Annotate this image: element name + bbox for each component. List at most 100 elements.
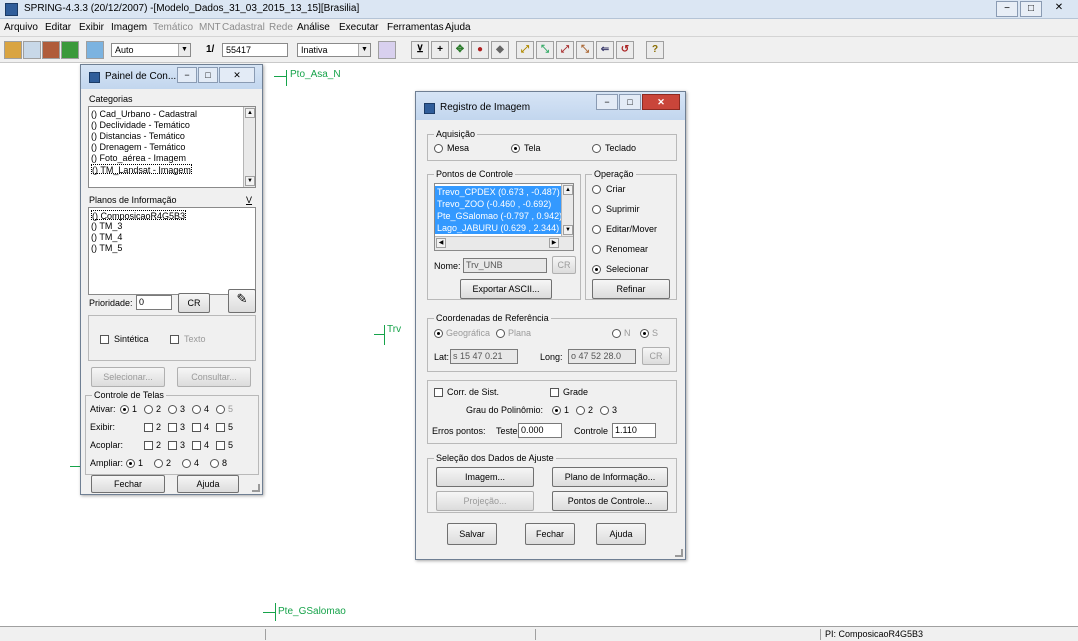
zoom-out-icon[interactable]: ⤡: [536, 41, 554, 59]
ativar-4-radio[interactable]: [192, 405, 201, 414]
cursor-cross-icon[interactable]: +: [431, 41, 449, 59]
corr-sist-checkbox[interactable]: [434, 388, 443, 397]
scroll-down-icon[interactable]: ▼: [563, 225, 573, 235]
scroll-down-icon[interactable]: ▼: [245, 176, 255, 186]
menu-imagem[interactable]: Imagem: [111, 22, 147, 33]
list-item[interactable]: Pte_GSalomao (-0.797 , 0.942): [435, 210, 562, 222]
close-button[interactable]: ✕: [1048, 1, 1070, 17]
maximize-button[interactable]: □: [198, 67, 218, 83]
list-item[interactable]: () TM_5: [91, 243, 122, 253]
menu-rede[interactable]: Rede: [269, 22, 293, 33]
controle-input[interactable]: 1.110: [612, 423, 656, 438]
status-select[interactable]: Inativa ▼: [297, 43, 371, 57]
layers-icon[interactable]: [42, 41, 60, 59]
edit-pencil-icon[interactable]: ✎: [228, 289, 256, 313]
info-icon[interactable]: ●: [471, 41, 489, 59]
menu-tematico[interactable]: Temático: [153, 22, 193, 33]
scrollbar[interactable]: ▲ ▼: [561, 184, 573, 236]
ajuda-button[interactable]: Ajuda: [596, 523, 646, 545]
teste-input[interactable]: 0.000: [518, 423, 562, 438]
teclado-radio[interactable]: [592, 144, 601, 153]
pan-icon[interactable]: ✥: [451, 41, 469, 59]
grau-3-radio[interactable]: [600, 406, 609, 415]
menu-ajuda[interactable]: Ajuda: [445, 22, 471, 33]
database-icon[interactable]: [4, 41, 22, 59]
selecionar-button[interactable]: Selecionar...: [91, 367, 165, 387]
scroll-left-icon[interactable]: ◀: [436, 238, 446, 248]
help-icon[interactable]: ?: [646, 41, 664, 59]
texto-checkbox[interactable]: [170, 335, 179, 344]
horizontal-scrollbar[interactable]: ◀ ▶: [435, 236, 573, 250]
close-button[interactable]: ✕: [642, 94, 680, 110]
ampliar-2-radio[interactable]: [154, 459, 163, 468]
renomear-radio[interactable]: [592, 245, 601, 254]
exibir-4-checkbox[interactable]: [192, 423, 201, 432]
list-item[interactable]: () Distancias - Temático: [91, 131, 185, 141]
criar-radio[interactable]: [592, 185, 601, 194]
long-input[interactable]: o 47 52 28.0: [568, 349, 636, 364]
list-item[interactable]: () Drenagem - Temático: [91, 142, 185, 152]
exibir-5-checkbox[interactable]: [216, 423, 225, 432]
menu-mnt[interactable]: MNT: [199, 22, 221, 33]
menu-ferramentas[interactable]: Ferramentas: [387, 22, 444, 33]
editar-mover-radio[interactable]: [592, 225, 601, 234]
grade-checkbox[interactable]: [550, 388, 559, 397]
scale-input[interactable]: 55417: [222, 43, 288, 57]
exportar-ascii-button[interactable]: Exportar ASCII...: [460, 279, 552, 299]
suprimir-radio[interactable]: [592, 205, 601, 214]
minimize-button[interactable]: −: [177, 67, 197, 83]
chevron-down-icon[interactable]: ▼: [178, 44, 190, 56]
ativar-3-radio[interactable]: [168, 405, 177, 414]
grid-icon[interactable]: [378, 41, 396, 59]
consultar-button[interactable]: Consultar...: [177, 367, 251, 387]
pontos-controle-button[interactable]: Pontos de Controle...: [552, 491, 668, 511]
zoom-window-icon[interactable]: ⤢: [556, 41, 574, 59]
exibir-2-checkbox[interactable]: [144, 423, 153, 432]
pontos-list[interactable]: Trevo_CPDEX (0.673 , -0.487) Trevo_ZOO (…: [434, 183, 574, 251]
ajuda-button[interactable]: Ajuda: [177, 475, 239, 493]
refinar-button[interactable]: Refinar: [592, 279, 670, 299]
maximize-button[interactable]: □: [1020, 1, 1042, 17]
ampliar-1-radio[interactable]: [126, 459, 135, 468]
menu-cadastral[interactable]: Cadastral: [222, 22, 265, 33]
planos-list[interactable]: () ComposicaoR4G5B3 () TM_3 () TM_4 () T…: [88, 207, 256, 295]
list-item[interactable]: () TM_3: [91, 221, 122, 231]
scroll-up-icon[interactable]: ▲: [245, 108, 255, 118]
imagem-button[interactable]: Imagem...: [436, 467, 534, 487]
mode-select[interactable]: Auto ▼: [111, 43, 191, 57]
list-item[interactable]: Trevo_CPDEX (0.673 , -0.487): [435, 186, 561, 198]
acoplar-5-checkbox[interactable]: [216, 441, 225, 450]
fechar-button[interactable]: Fechar: [525, 523, 575, 545]
scrollbar[interactable]: ▲ ▼: [243, 107, 255, 187]
menu-executar[interactable]: Executar: [339, 22, 378, 33]
acoplar-2-checkbox[interactable]: [144, 441, 153, 450]
ativar-1-radio[interactable]: [120, 405, 129, 414]
nome-cr-button[interactable]: CR: [552, 256, 576, 274]
grau-2-radio[interactable]: [576, 406, 585, 415]
screen-icon[interactable]: [86, 41, 104, 59]
selecionar-radio[interactable]: [592, 265, 601, 274]
ampliar-8-radio[interactable]: [210, 459, 219, 468]
coord-cr-button[interactable]: CR: [642, 347, 670, 365]
chevron-down-icon[interactable]: ▼: [358, 44, 370, 56]
exibir-3-checkbox[interactable]: [168, 423, 177, 432]
scroll-up-icon[interactable]: ▲: [563, 185, 573, 195]
sintetica-checkbox[interactable]: [100, 335, 109, 344]
mesa-radio[interactable]: [434, 144, 443, 153]
acoplar-4-checkbox[interactable]: [192, 441, 201, 450]
geografica-radio[interactable]: [434, 329, 443, 338]
zoom-fit-icon[interactable]: ⤡: [576, 41, 594, 59]
minimize-button[interactable]: −: [596, 94, 618, 110]
pointer-icon[interactable]: ◆: [491, 41, 509, 59]
menu-analise[interactable]: Análise: [297, 22, 330, 33]
plano-informacao-button[interactable]: Plano de Informação...: [552, 467, 668, 487]
tela-radio[interactable]: [511, 144, 520, 153]
project-icon[interactable]: [23, 41, 41, 59]
close-button[interactable]: ✕: [219, 67, 255, 83]
minimize-button[interactable]: −: [996, 1, 1018, 17]
prioridade-cr-button[interactable]: CR: [178, 293, 210, 313]
lat-input[interactable]: s 15 47 0.21: [450, 349, 518, 364]
menu-exibir[interactable]: Exibir: [79, 22, 104, 33]
list-item[interactable]: () Declividade - Temático: [91, 120, 190, 130]
restore-icon[interactable]: ↺: [616, 41, 634, 59]
